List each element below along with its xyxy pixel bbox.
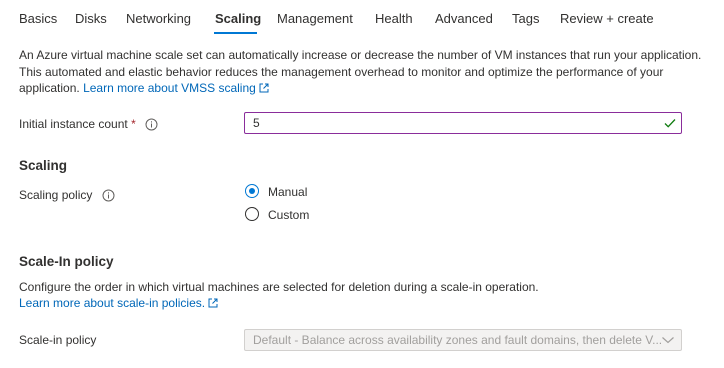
scale-in-section-title: Scale-In policy bbox=[19, 254, 114, 269]
external-link-icon bbox=[259, 83, 269, 93]
scale-in-description: Configure the order in which virtual mac… bbox=[19, 280, 539, 294]
scaling-policy-label: Scaling policy bbox=[19, 188, 93, 202]
active-tab-indicator bbox=[214, 32, 257, 34]
tab-management[interactable]: Management bbox=[277, 11, 353, 26]
scaling-section-title: Scaling bbox=[19, 158, 68, 173]
scaling-description: An Azure virtual machine scale set can a… bbox=[19, 47, 709, 97]
required-asterisk: * bbox=[131, 117, 136, 131]
external-link-icon bbox=[208, 298, 218, 308]
initial-count-label: Initial instance count bbox=[19, 117, 128, 131]
learn-more-vmss-link[interactable]: Learn more about VMSS scaling bbox=[83, 81, 269, 95]
tab-review-create[interactable]: Review + create bbox=[560, 11, 654, 26]
tab-basics[interactable]: Basics bbox=[19, 11, 57, 26]
tab-bar: Basics Disks Networking Scaling Manageme… bbox=[0, 0, 724, 36]
manual-radio[interactable] bbox=[245, 184, 259, 198]
custom-radio-label[interactable]: Custom bbox=[268, 208, 309, 222]
initial-count-label-row: Initial instance count * bbox=[19, 117, 158, 131]
learn-more-scale-in-link[interactable]: Learn more about scale-in policies. bbox=[19, 296, 218, 310]
custom-radio[interactable] bbox=[245, 207, 259, 221]
manual-radio-label[interactable]: Manual bbox=[268, 185, 307, 199]
scale-in-policy-select[interactable]: Default - Balance across availability zo… bbox=[244, 329, 682, 351]
tab-tags[interactable]: Tags bbox=[512, 11, 539, 26]
scaling-policy-label-row: Scaling policy bbox=[19, 188, 115, 202]
scale-in-policy-value: Default - Balance across availability zo… bbox=[253, 333, 663, 347]
initial-count-value: 5 bbox=[253, 116, 260, 130]
info-icon[interactable] bbox=[102, 189, 115, 202]
tab-scaling[interactable]: Scaling bbox=[215, 11, 261, 26]
scale-in-policy-label: Scale-in policy bbox=[19, 333, 97, 347]
check-icon bbox=[664, 119, 676, 128]
tab-disks[interactable]: Disks bbox=[75, 11, 107, 26]
chevron-down-icon bbox=[662, 337, 674, 344]
info-icon[interactable] bbox=[145, 118, 158, 131]
tab-health[interactable]: Health bbox=[375, 11, 413, 26]
tab-networking[interactable]: Networking bbox=[126, 11, 191, 26]
tab-advanced[interactable]: Advanced bbox=[435, 11, 493, 26]
initial-count-input[interactable]: 5 bbox=[244, 112, 682, 134]
